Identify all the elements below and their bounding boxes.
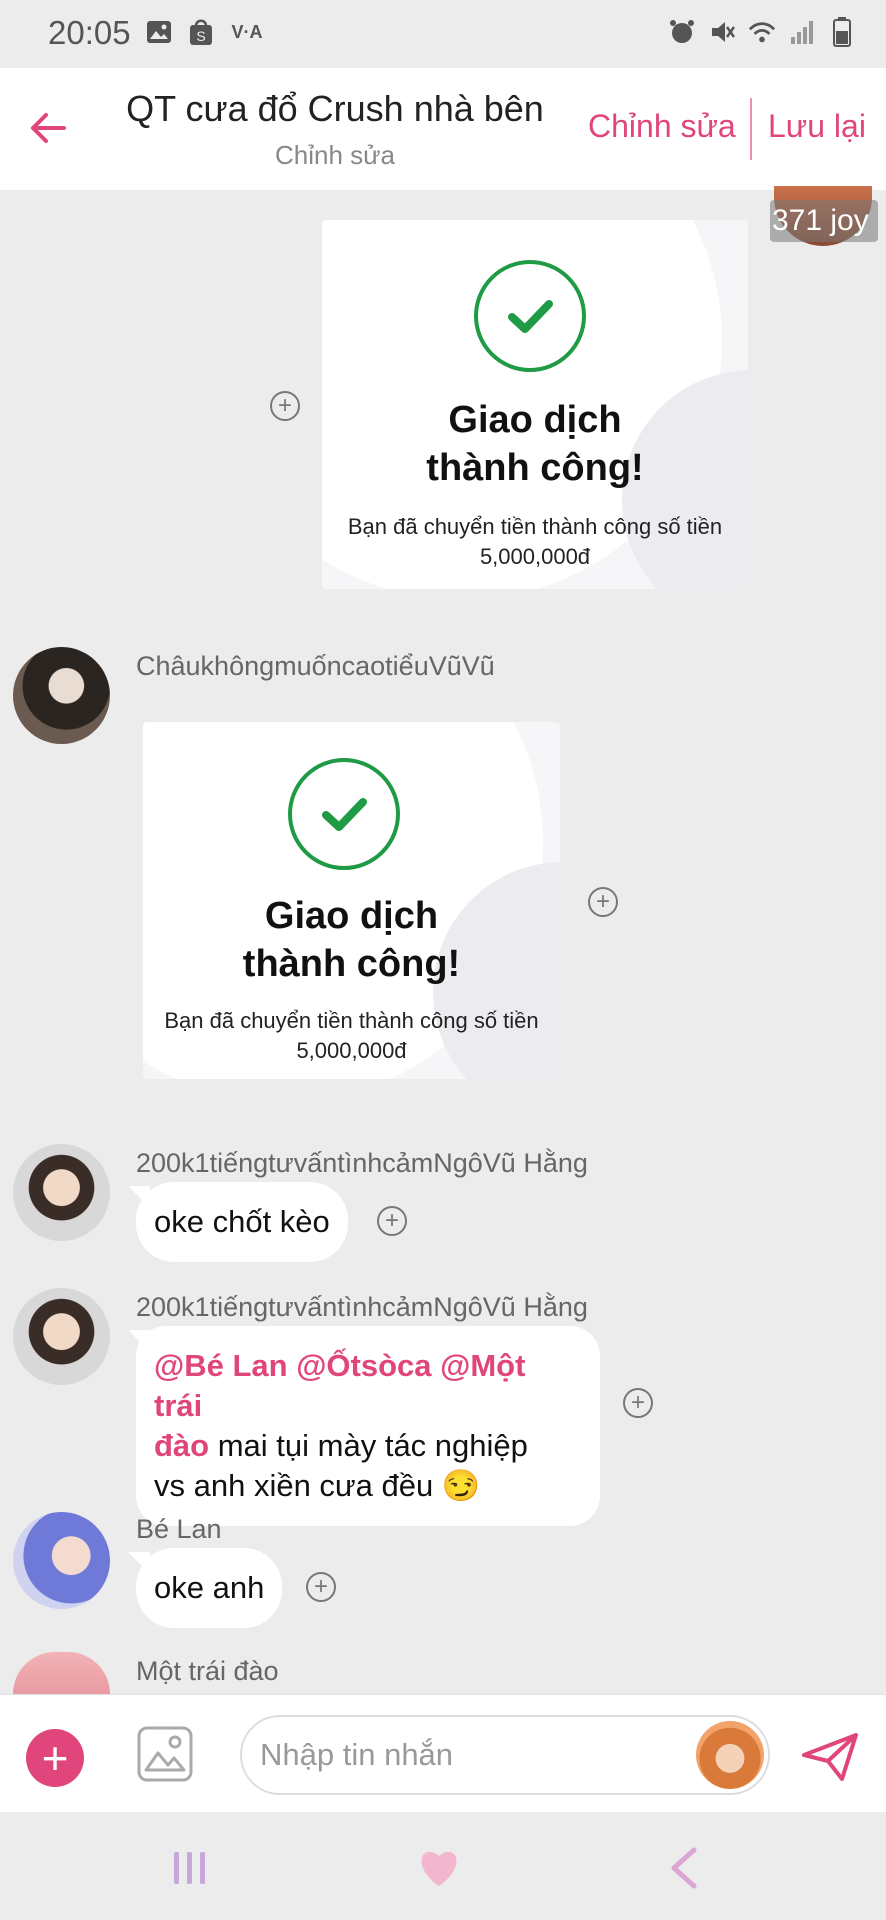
back-arrow-icon (31, 113, 66, 143)
check-icon (474, 260, 586, 372)
receipt-amount: 5,000,000đ (479, 544, 591, 569)
header-divider (750, 98, 752, 160)
home-heart-icon[interactable] (416, 1846, 462, 1893)
save-button[interactable]: Lưu lại (768, 108, 866, 145)
battery-icon (828, 17, 856, 47)
message-input-bar: + Nhập tin nhắn (0, 1694, 886, 1813)
back-button[interactable] (24, 102, 76, 154)
alarm-icon (668, 18, 696, 46)
message-text: mai tụi mày tác nghiệp (209, 1428, 528, 1463)
navigation-bar (0, 1812, 886, 1920)
react-button[interactable]: + (377, 1206, 407, 1236)
message-text: vs anh xiền cưa đều 😏 (154, 1468, 481, 1503)
receipt-title: Giao dịch (264, 895, 439, 937)
message-bubble[interactable]: oke chốt kèo (136, 1182, 348, 1262)
avatar[interactable] (13, 1288, 110, 1385)
avatar[interactable] (13, 647, 110, 744)
receipt-card[interactable]: Giao dịch thành công! Bạn đã chuyển tiền… (322, 220, 748, 589)
sender-name: 200k1tiếngtưvấntìnhcảmNgôVũ Hằng (136, 1148, 588, 1178)
sender-name: 200k1tiếngtưvấntìnhcảmNgôVũ Hằng (136, 1292, 588, 1322)
receipt-description: Bạn đã chuyển tiền thành công số tiền (164, 1008, 539, 1033)
receipt-title-line2: thành công! (242, 943, 461, 985)
recent-apps-icon[interactable] (170, 1848, 210, 1893)
sender-name: Bé Lan (136, 1514, 222, 1544)
image-icon (145, 18, 173, 46)
image-icon (137, 1726, 193, 1782)
chat-title: QT cưa đổ Crush nhà bên (126, 88, 544, 129)
status-right-icons (668, 17, 856, 47)
avatar[interactable] (13, 1512, 110, 1609)
message-bubble[interactable]: @Bé Lan @Ốtsòca @Một trái đào mai tụi mà… (136, 1326, 600, 1526)
react-button[interactable]: + (588, 887, 618, 917)
receipt-card[interactable]: Giao dịch thành công! Bạn đã chuyển tiền… (143, 722, 560, 1079)
shopee-icon: S (187, 18, 215, 46)
check-icon (288, 758, 400, 870)
plus-icon: + (41, 1732, 69, 1784)
receipt-amount: 5,000,000đ (296, 1038, 407, 1063)
chat-subtitle: Chỉnh sửa (274, 140, 396, 170)
status-time: 20:05 (48, 14, 131, 51)
chat-header: QT cưa đổ Crush nhà bên Chỉnh sửa Chỉnh … (0, 68, 886, 190)
wifi-icon (748, 18, 776, 46)
back-nav-icon[interactable] (668, 1846, 700, 1895)
message-input-placeholder: Nhập tin nhắn (260, 1737, 454, 1772)
image-button[interactable] (136, 1725, 194, 1783)
mention-text[interactable]: @Bé Lan @Ốtsòca @Một trái (154, 1348, 525, 1423)
avatar[interactable] (13, 1652, 110, 1694)
avatar-overlay-text: 371 joy (772, 204, 869, 237)
receipt-description: Bạn đã chuyển tiền thành công số tiền (347, 514, 723, 539)
status-left-icons: S V·A (145, 18, 265, 46)
mute-icon (708, 18, 736, 46)
receipt-title-line2: thành công! (426, 447, 644, 489)
send-icon (802, 1733, 858, 1781)
send-button[interactable] (800, 1731, 860, 1783)
edit-button[interactable]: Chỉnh sửa (588, 108, 736, 145)
mention-text[interactable]: đào (154, 1428, 209, 1463)
avatar[interactable] (13, 1144, 110, 1241)
sender-avatar[interactable] (696, 1721, 764, 1789)
message-bubble[interactable]: oke anh (136, 1548, 283, 1628)
react-button[interactable]: + (623, 1388, 653, 1418)
react-button[interactable]: + (306, 1572, 336, 1602)
react-button[interactable]: + (270, 391, 300, 421)
vna-icon: V·A (231, 21, 263, 42)
svg-text:S: S (196, 28, 205, 44)
status-bar: 20:05 S V·A (0, 0, 886, 68)
sender-name: ChâukhôngmuốncaotiểuVũVũ (136, 651, 495, 681)
receipt-title: Giao dịch (448, 399, 622, 441)
sender-name: Một trái đào (136, 1656, 279, 1686)
add-button[interactable]: + (26, 1729, 84, 1787)
signal-icon (788, 18, 816, 46)
message-input[interactable]: Nhập tin nhắn (240, 1715, 770, 1795)
